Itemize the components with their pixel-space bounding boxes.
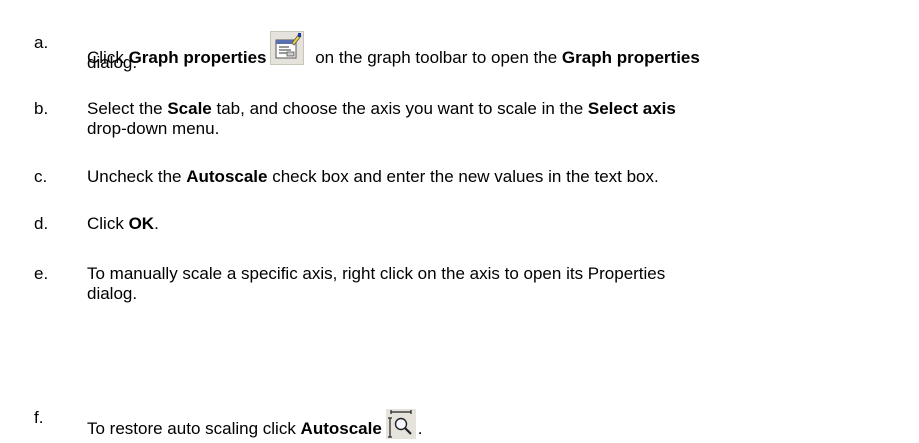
step-text-continued: dialog. xyxy=(87,53,137,72)
step-text: Select the Scale tab, and choose the axi… xyxy=(87,99,676,118)
ui-term-autoscale: Autoscale xyxy=(300,419,382,438)
text-run: . xyxy=(154,214,159,233)
step-letter: e. xyxy=(34,264,49,283)
text-run: . xyxy=(417,419,423,438)
text-run: dialog. xyxy=(87,53,138,72)
text-run: Click xyxy=(87,214,129,233)
step-text: To restore auto scaling click Autoscale … xyxy=(87,408,423,439)
ui-term-graph-properties: Graph properties xyxy=(128,48,267,67)
text-run: Select the xyxy=(87,99,168,118)
step-text: To manually scale a specific axis, right… xyxy=(87,264,665,283)
ui-term-ok: OK xyxy=(128,214,155,233)
text-run: tab, and choose the axis you want to sca… xyxy=(211,99,588,118)
graph-properties-icon xyxy=(270,31,305,65)
step-letter: c. xyxy=(34,167,48,186)
step-text: Click OK. xyxy=(87,214,159,233)
ui-term-graph-properties: Graph properties xyxy=(561,48,700,67)
text-run: dialog. xyxy=(87,284,138,303)
ui-term-scale: Scale xyxy=(167,99,212,118)
text-run: check box and enter the new values in th… xyxy=(267,167,659,186)
text-run: drop-down menu. xyxy=(87,119,220,138)
text-run: To manually scale a specific axis, right… xyxy=(87,264,666,283)
step-text: Click Graph properties on the graph tool… xyxy=(87,31,700,67)
step-text-continued: dialog. xyxy=(87,284,137,303)
step-text: Uncheck the Autoscale check box and ente… xyxy=(87,167,659,186)
step-text-continued: drop-down menu. xyxy=(87,119,219,138)
step-letter: d. xyxy=(34,214,49,233)
text-run: To restore auto scaling click xyxy=(87,419,301,438)
autoscale-icon xyxy=(385,409,416,439)
step-letter: a. xyxy=(34,33,49,52)
ui-term-select-axis: Select axis xyxy=(587,99,676,118)
step-letter: f. xyxy=(34,408,44,427)
ui-term-autoscale: Autoscale xyxy=(186,167,268,186)
text-run: on the graph toolbar to open the xyxy=(310,48,562,67)
text-run: Uncheck the xyxy=(87,167,187,186)
step-letter: b. xyxy=(34,99,49,118)
